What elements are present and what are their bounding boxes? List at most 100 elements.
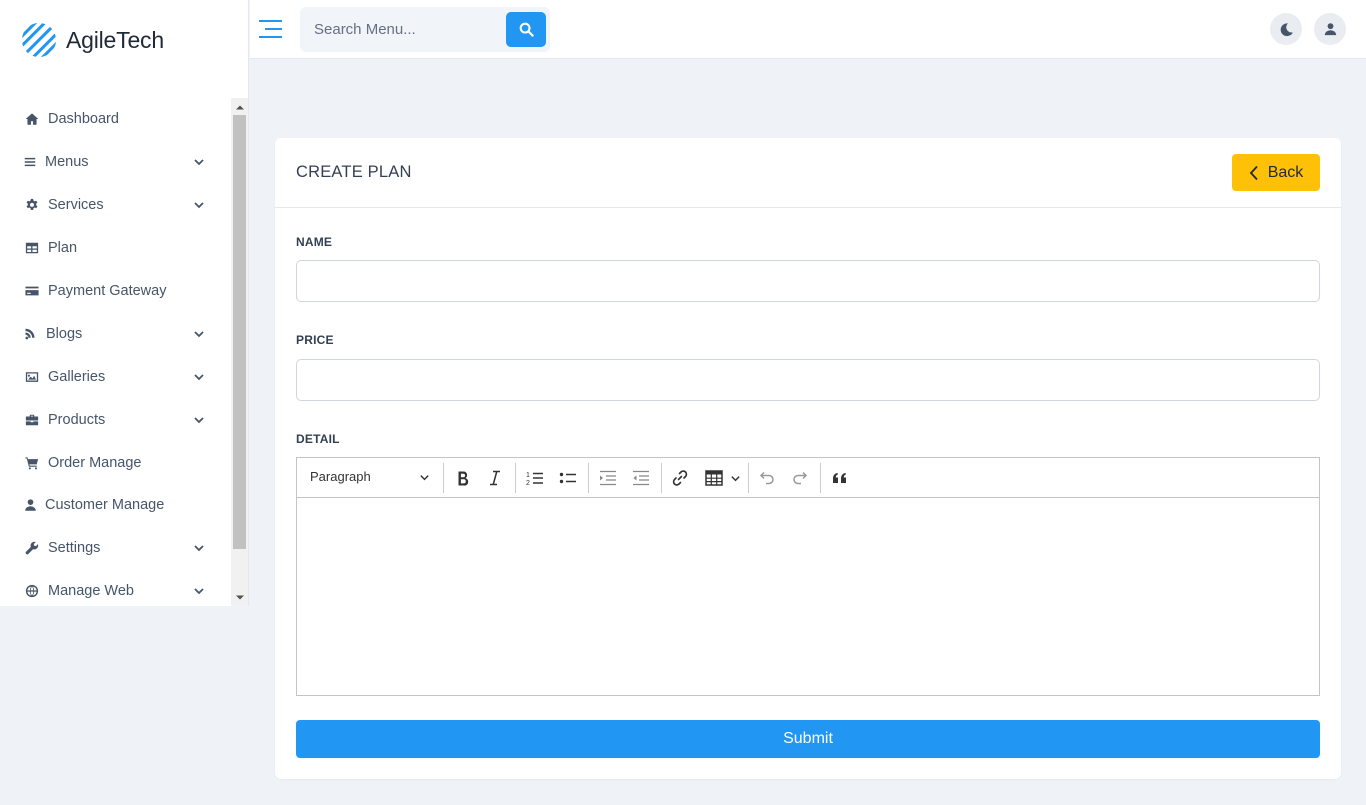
editor-toolbar: Paragraph 12 [297,458,1319,498]
price-input[interactable] [296,359,1320,401]
sidebar-item-label: Blogs [46,325,83,342]
chevron-left-icon [1249,165,1258,180]
chevron-down-icon[interactable] [193,328,205,340]
chevron-down-icon[interactable] [193,371,205,383]
sidebar-item-label: Menus [45,154,89,171]
indent-button[interactable] [596,466,620,490]
table-icon [705,470,723,486]
menu-toggle-icon[interactable] [259,18,283,40]
cart-icon [24,455,40,471]
toolbar-separator [820,463,821,493]
sidebar: AgileTech Dashboard Menus Services Plan [0,0,249,606]
chevron-down-icon[interactable] [193,414,205,426]
name-label: NAME [296,235,333,249]
scroll-up-arrow-icon[interactable] [231,98,248,115]
gear-icon [24,197,40,213]
sidebar-item-dashboard[interactable]: Dashboard [0,98,249,141]
toolbar-separator [515,463,516,493]
sidebar-item-label: Services [48,197,104,214]
scrollbar-thumb[interactable] [233,115,246,549]
numbered-list-button[interactable]: 12 [523,466,547,490]
rich-text-editor: Paragraph 12 [296,457,1320,696]
sidebar-item-label: Manage Web [48,583,134,600]
wrench-icon [24,540,40,556]
brand[interactable]: AgileTech [0,0,248,80]
sidebar-item-galleries[interactable]: Galleries [0,355,249,398]
user-menu-button[interactable] [1314,13,1346,45]
globe-icon [24,583,40,599]
undo-icon [759,471,774,485]
sidebar-item-customer-manage[interactable]: Customer Manage [0,484,249,527]
sidebar-item-label: Galleries [48,368,106,385]
quote-icon [833,473,846,483]
brand-logo-icon [21,22,57,58]
insert-table-button[interactable] [702,466,726,490]
sidebar-item-manage-web[interactable]: Manage Web [0,570,249,606]
toolbar-separator [443,463,444,493]
toolbar-separator [748,463,749,493]
sidebar-item-label: Plan [48,240,78,257]
page-title: CREATE PLAN [296,163,412,181]
price-label: PRICE [296,333,334,347]
sidebar-item-label: Dashboard [48,111,119,128]
user-icon [24,497,37,513]
credit-card-icon [24,283,40,299]
heading-select[interactable]: Paragraph [310,469,371,484]
chevron-down-icon[interactable] [730,473,741,484]
blog-icon [24,326,36,342]
svg-text:2: 2 [526,480,530,487]
indent-icon [600,470,616,486]
bold-button[interactable] [451,466,475,490]
sidebar-item-label: Order Manage [48,454,142,471]
chevron-down-icon[interactable] [193,542,205,554]
svg-text:1: 1 [526,472,530,479]
home-icon [24,111,40,127]
name-input[interactable] [296,260,1320,302]
search-button[interactable] [506,12,546,47]
sidebar-item-menus[interactable]: Menus [0,141,249,184]
chevron-down-icon[interactable] [193,156,205,168]
sidebar-item-products[interactable]: Products [0,398,249,441]
sidebar-item-payment-gateway[interactable]: Payment Gateway [0,270,249,313]
dark-mode-toggle[interactable] [1270,13,1302,45]
bulleted-list-button[interactable] [556,466,580,490]
undo-button[interactable] [755,466,779,490]
sidebar-nav: Dashboard Menus Services Plan Payment Ga… [0,98,249,606]
card-header: CREATE PLAN Back [275,138,1341,208]
brand-name: AgileTech [66,26,164,53]
search-icon [519,22,534,37]
sidebar-scrollbar[interactable] [231,98,248,606]
back-button[interactable]: Back [1232,154,1320,191]
moon-icon [1280,22,1293,36]
italic-button[interactable] [483,466,507,490]
sidebar-item-services[interactable]: Services [0,184,249,227]
toolbar-separator [588,463,589,493]
link-button[interactable] [668,466,692,490]
user-icon [1324,23,1336,36]
numbered-list-icon: 12 [526,472,543,487]
link-icon [672,470,688,486]
chevron-down-icon[interactable] [193,199,205,211]
bulleted-list-icon [559,472,576,484]
sidebar-item-blogs[interactable]: Blogs [0,312,249,355]
chevron-down-icon[interactable] [419,472,430,483]
submit-button[interactable]: Submit [296,720,1320,758]
outdent-button[interactable] [629,466,653,490]
blockquote-button[interactable] [828,466,852,490]
detail-label: DETAIL [296,432,340,446]
chevron-down-icon[interactable] [193,585,205,597]
create-plan-card: CREATE PLAN Back NAME PRICE DETAIL Parag… [275,138,1341,779]
topbar [250,0,1366,59]
toolbar-separator [661,463,662,493]
sidebar-item-label: Settings [48,540,101,557]
editor-content-area[interactable] [297,498,1319,695]
briefcase-icon [24,412,40,428]
redo-button[interactable] [788,466,812,490]
back-button-label: Back [1267,163,1304,181]
scroll-down-arrow-icon[interactable] [231,589,248,606]
search-input[interactable] [300,7,505,52]
sidebar-item-plan[interactable]: Plan [0,227,249,270]
outdent-icon [633,470,649,486]
sidebar-item-order-manage[interactable]: Order Manage [0,441,249,484]
sidebar-item-settings[interactable]: Settings [0,527,249,570]
